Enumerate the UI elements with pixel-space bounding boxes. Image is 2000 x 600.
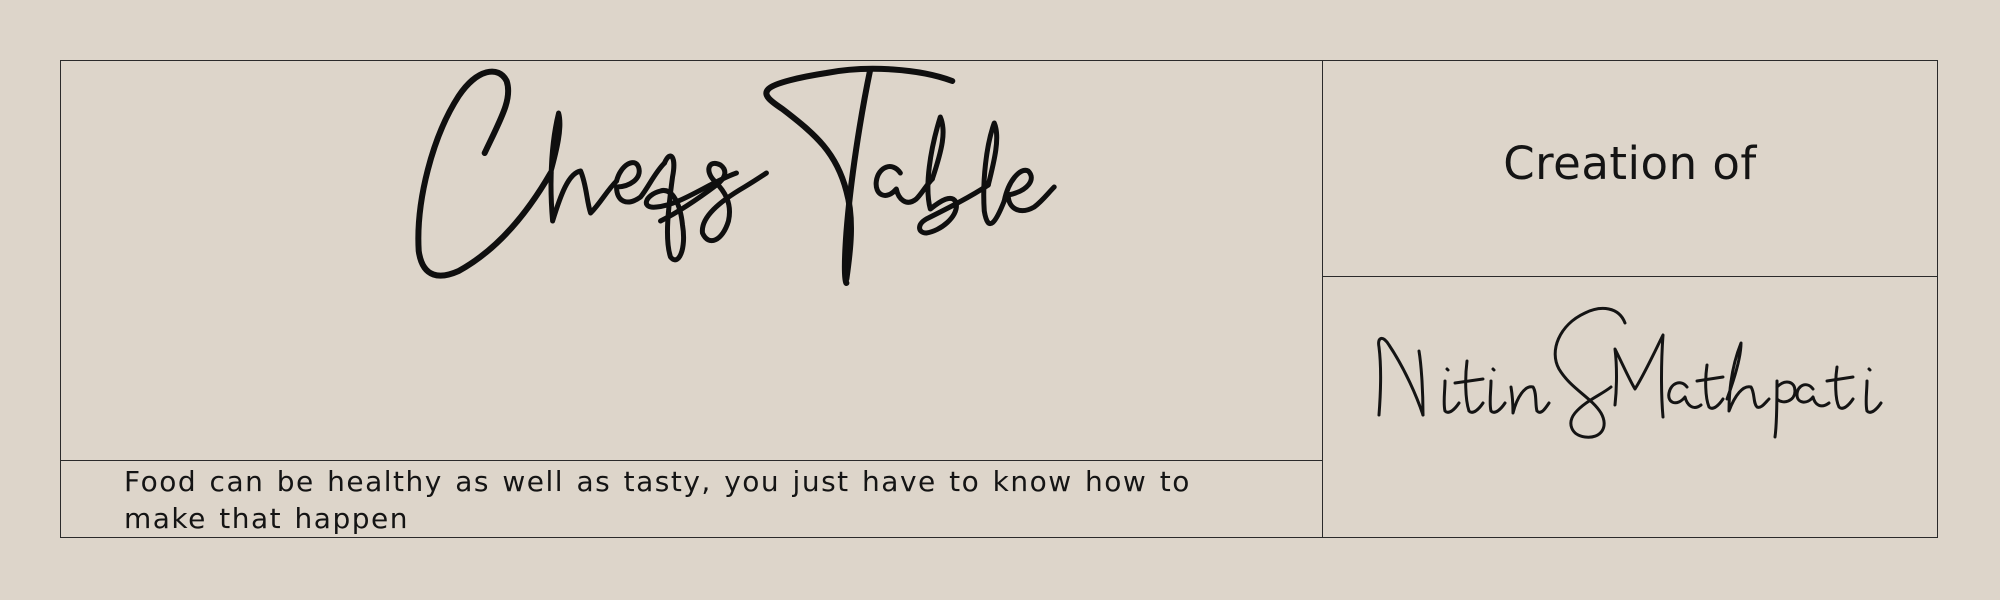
right-panel: Creation of [1323,61,1937,537]
title-area: Chefs Table [61,61,1322,461]
title-script-artwork [415,65,1057,286]
tagline: Food can be healthy as well as tasty, yo… [124,465,1191,535]
title-card-frame: Chefs Table [60,60,1938,538]
left-panel: Chefs Table [61,61,1323,537]
signature-box: Nitin S Mathpati [1323,277,1937,537]
creation-box: Creation of [1323,61,1937,277]
author-signature [1377,306,1883,439]
creation-label: Creation of [1503,137,1757,190]
